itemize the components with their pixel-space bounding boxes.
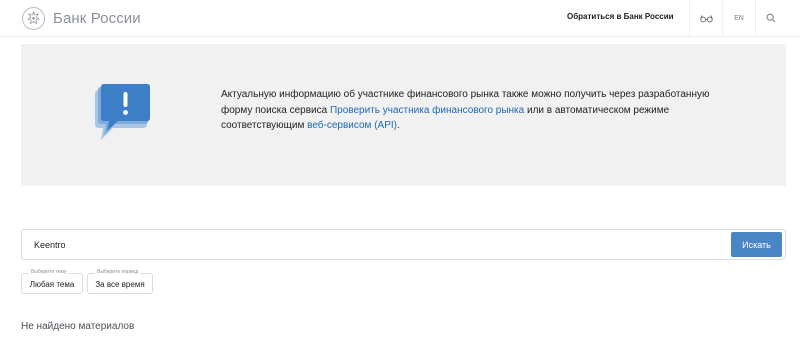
period-filter-label: Выберите период xyxy=(95,269,141,275)
info-text: Актуальную информацию об участнике финан… xyxy=(221,87,721,134)
search-field xyxy=(21,229,786,260)
period-filter-value: За все время xyxy=(95,280,145,289)
logo[interactable]: Банк России xyxy=(22,7,141,30)
contact-link[interactable]: Обратиться в Банк России xyxy=(567,12,674,21)
topic-filter[interactable]: Выберите тему Любая тема xyxy=(21,269,83,294)
web-service-api-link[interactable]: веб-сервисом (API) xyxy=(307,120,397,131)
search-icon xyxy=(766,10,776,28)
emblem-icon xyxy=(22,7,45,30)
search-input[interactable] xyxy=(22,230,727,259)
info-banner: Актуальную информацию об участнике финан… xyxy=(21,44,786,186)
topic-filter-label: Выберите тему xyxy=(29,269,69,275)
check-participant-link[interactable]: Проверить участника финансового рынка xyxy=(330,105,524,116)
info-text-part: . xyxy=(396,120,400,131)
period-filter[interactable]: Выберите период За все время xyxy=(87,269,153,294)
search-button[interactable]: Искать xyxy=(731,232,782,257)
empty-results-message: Не найдено материалов xyxy=(21,321,135,332)
glasses-icon xyxy=(699,10,713,28)
accessibility-button[interactable] xyxy=(690,0,722,37)
speech-bubble-exclamation-icon xyxy=(91,84,153,146)
topic-filter-value: Любая тема xyxy=(29,280,75,289)
language-switch[interactable]: EN xyxy=(723,0,755,37)
header-search-button[interactable] xyxy=(756,0,786,37)
logo-text: Банк России xyxy=(53,10,141,27)
site-header: Банк России Обратиться в Банк России EN xyxy=(0,0,800,37)
